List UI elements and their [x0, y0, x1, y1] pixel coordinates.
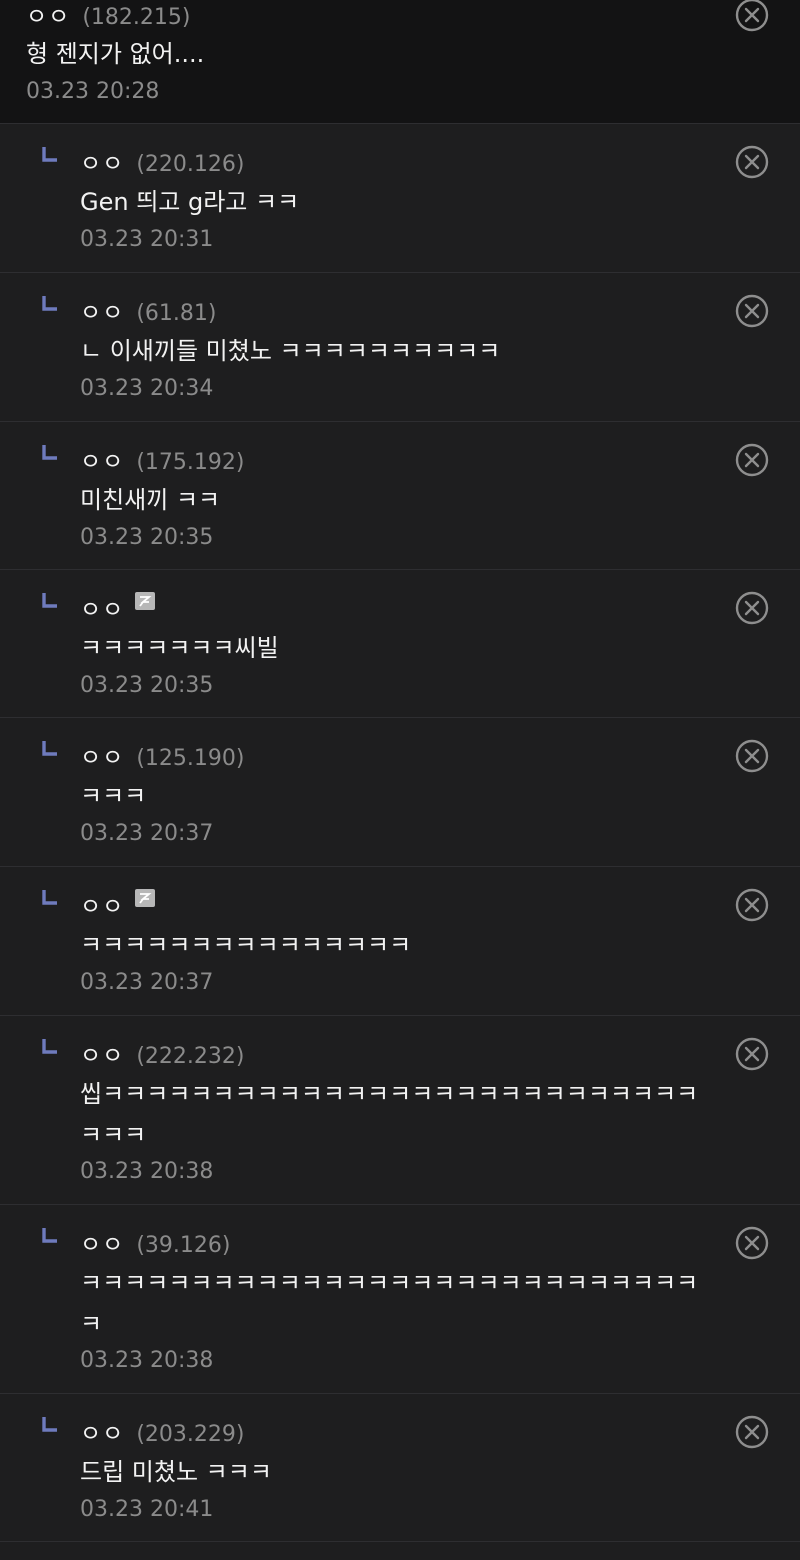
reply-comment: ㅇㅇㅋㅋㅋㅋㅋㅋㅋㅋㅋㅋㅋㅋㅋㅋㅋ 03.23 20:37	[0, 867, 800, 1016]
comment-nickname[interactable]: ㅇㅇ	[26, 0, 70, 31]
reply-arrow-icon	[42, 741, 57, 756]
comment-text: 드립 미쳤노 ㅋㅋㅋ	[80, 1458, 272, 1486]
reply-comment: ㅇㅇ (222.232) 씹ㅋㅋㅋㅋㅋㅋㅋㅋㅋㅋㅋㅋㅋㅋㅋㅋㅋㅋㅋㅋㅋㅋㅋㅋㅋㅋㅋ …	[0, 1016, 800, 1205]
reply-comment: ㅇㅇ (203.229) 드립 미쳤노 ㅋㅋㅋ 03.23 20:41	[0, 1394, 800, 1542]
reply-arrow-icon	[42, 1417, 57, 1432]
comment-ip: (182.215)	[82, 5, 191, 30]
comment-ip: (125.190)	[136, 746, 245, 771]
delete-icon[interactable]	[734, 1036, 770, 1072]
reply-arrow-icon	[42, 890, 57, 905]
comment-date: 03.23 20:34	[80, 376, 214, 401]
comment-author-row: ㅇㅇ (61.81)	[80, 293, 216, 326]
comment-ip: (39.126)	[136, 1233, 231, 1258]
comment-date: 03.23 20:31	[80, 227, 214, 252]
reply-arrow-icon	[42, 147, 57, 162]
comment-ip: (220.126)	[136, 152, 245, 177]
comment-date: 03.23 20:38	[80, 1159, 214, 1184]
comment-author-row: ㅇㅇ	[80, 887, 156, 920]
fixed-nick-badge-icon	[135, 592, 156, 610]
delete-icon[interactable]	[734, 0, 770, 33]
comment-ip: (222.232)	[136, 1044, 245, 1069]
comment-nickname[interactable]: ㅇㅇ	[80, 293, 124, 327]
comment-ip: (61.81)	[136, 301, 217, 326]
comment-author-row: ㅇㅇ (203.229)	[80, 1414, 244, 1447]
comment-nickname[interactable]: ㅇㅇ	[80, 442, 124, 476]
reply-comment: ㅇㅇ (220.126) Gen 띄고 g라고 ㅋㅋ 03.23 20:31	[0, 124, 800, 273]
reply-comment: ㅇㅇ (61.81) ㄴ 이새끼들 미쳤노 ㅋㅋㅋㅋㅋㅋㅋㅋㅋㅋ 03.23 20:3…	[0, 273, 800, 422]
comment-date: 03.23 20:37	[80, 821, 214, 846]
delete-icon[interactable]	[734, 738, 770, 774]
comment-author-row: ㅇㅇ	[80, 590, 156, 623]
reply-arrow-icon	[42, 593, 57, 608]
delete-icon[interactable]	[734, 590, 770, 626]
comment-author-row: ㅇㅇ (125.190)	[80, 738, 244, 771]
comment-ip: (175.192)	[136, 450, 245, 475]
comment-text: 미친새끼 ㅋㅋ	[80, 486, 221, 514]
comment-text: ㄴ 이새끼들 미쳤노 ㅋㅋㅋㅋㅋㅋㅋㅋㅋㅋ	[80, 337, 501, 365]
comment-ip: (203.229)	[136, 1422, 245, 1447]
reply-comment: ㅇㅇ (39.126) ㅋㅋㅋㅋㅋㅋㅋㅋㅋㅋㅋㅋㅋㅋㅋㅋㅋㅋㅋㅋㅋㅋㅋㅋㅋㅋㅋㅋ ㅋ…	[0, 1205, 800, 1394]
comment-author-row: ㅇㅇ (39.126)	[80, 1225, 230, 1258]
comment-nickname[interactable]: ㅇㅇ	[80, 738, 124, 772]
fixed-nick-badge-icon	[135, 889, 156, 907]
reply-comment: ㅇㅇ (175.192) 미친새끼 ㅋㅋ 03.23 20:35	[0, 422, 800, 570]
comment-date: 03.23 20:37	[80, 970, 214, 995]
comment-date: 03.23 20:35	[80, 525, 214, 550]
comment-date: 03.23 20:38	[80, 1348, 214, 1373]
reply-arrow-icon	[42, 1228, 57, 1243]
comment-list: ㅇㅇ (182.215) 형 젠지가 없어.... 03.23 20:28 ㅇㅇ…	[0, 0, 800, 1560]
delete-icon[interactable]	[734, 442, 770, 478]
comment-text: ㅋㅋㅋ	[80, 782, 147, 810]
comment-nickname[interactable]: ㅇㅇ	[80, 144, 124, 178]
reply-arrow-icon	[42, 296, 57, 311]
parent-comment: ㅇㅇ (182.215) 형 젠지가 없어.... 03.23 20:28	[0, 0, 800, 124]
delete-icon[interactable]	[734, 887, 770, 923]
reply-comment: ㅇㅇㅋㅋㅋㅋㅋㅋㅋ씨빌 03.23 20:35	[0, 570, 800, 718]
reply-arrow-icon	[42, 445, 57, 460]
delete-icon[interactable]	[734, 144, 770, 180]
comment-nickname[interactable]: ㅇㅇ	[80, 590, 124, 624]
comment-date: 03.23 20:35	[80, 673, 214, 698]
reply-comment: ㅇㅇ (125.190) ㅋㅋㅋ 03.23 20:37	[0, 718, 800, 867]
comment-author-row: ㅇㅇ (175.192)	[80, 442, 244, 475]
reply-arrow-icon	[42, 1039, 57, 1054]
comment-nickname[interactable]: ㅇㅇ	[80, 887, 124, 921]
delete-icon[interactable]	[734, 1225, 770, 1261]
comment-author-row: ㅇㅇ (222.232)	[80, 1036, 244, 1069]
comment-text: ㅋㅋㅋㅋㅋㅋㅋ씨빌	[80, 634, 279, 662]
comment-author-row: ㅇㅇ (182.215)	[26, 0, 190, 30]
comment-nickname[interactable]: ㅇㅇ	[80, 1414, 124, 1448]
delete-icon[interactable]	[734, 293, 770, 329]
delete-icon[interactable]	[734, 1414, 770, 1450]
comment-date: 03.23 20:41	[80, 1497, 214, 1522]
comment-author-row: ㅇㅇ (220.126)	[80, 144, 244, 177]
comment-date: 03.23 20:28	[26, 79, 160, 104]
comment-nickname[interactable]: ㅇㅇ	[80, 1225, 124, 1259]
comment-text: Gen 띄고 g라고 ㅋㅋ	[80, 188, 300, 216]
comment-text: ㅋㅋㅋㅋㅋㅋㅋㅋㅋㅋㅋㅋㅋㅋㅋ	[80, 931, 412, 959]
comment-text: ㅋㅋㅋㅋㅋㅋㅋㅋㅋㅋㅋㅋㅋㅋㅋㅋㅋㅋㅋㅋㅋㅋㅋㅋㅋㅋㅋㅋ ㅋ	[80, 1269, 699, 1338]
comment-text: 씹ㅋㅋㅋㅋㅋㅋㅋㅋㅋㅋㅋㅋㅋㅋㅋㅋㅋㅋㅋㅋㅋㅋㅋㅋㅋㅋㅋ ㅋㅋㅋ	[80, 1080, 699, 1149]
comment-nickname[interactable]: ㅇㅇ	[80, 1036, 124, 1070]
comment-text: 형 젠지가 없어....	[26, 40, 205, 68]
